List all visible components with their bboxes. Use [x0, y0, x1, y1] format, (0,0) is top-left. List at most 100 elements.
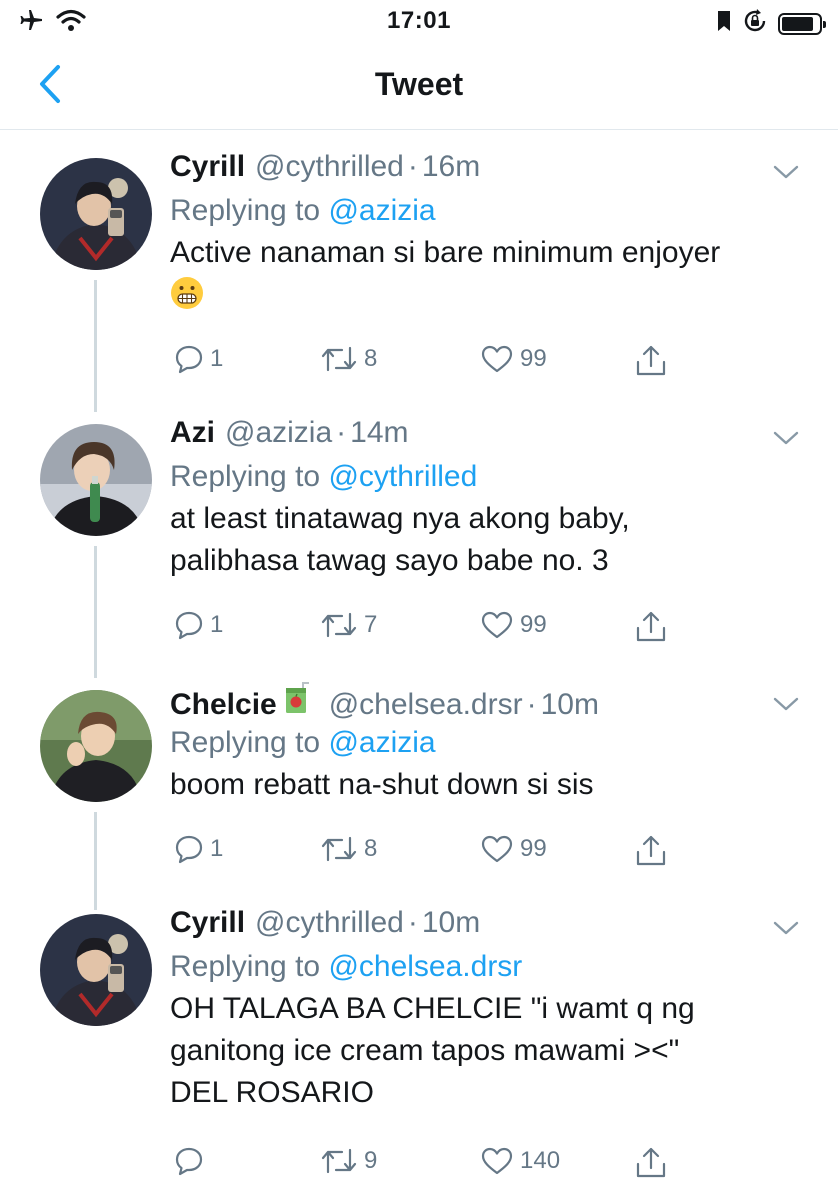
- tweet-text: Active nanaman si bare minimum enjoyer: [170, 232, 798, 316]
- avatar[interactable]: [40, 424, 152, 536]
- nav-header: Tweet: [0, 42, 838, 130]
- juice-box-icon: [283, 682, 311, 714]
- reply-icon: [175, 611, 203, 640]
- tweet[interactable]: Chelcie @chelsea.drsr · 10m Replying to …: [0, 682, 838, 908]
- like-icon: [481, 1147, 513, 1175]
- replying-to: Replying to @azizia: [170, 722, 798, 764]
- author-name[interactable]: Cyrill: [170, 150, 245, 184]
- tweet-text: OH TALAGA BA CHELCIE "i wamt q ng ganito…: [170, 988, 798, 1114]
- like-icon: [481, 835, 513, 863]
- bookmark-icon: [716, 10, 732, 37]
- retweet-count: 8: [364, 835, 378, 862]
- author-name[interactable]: Azi: [170, 416, 215, 450]
- tweet-header: Azi @azizia · 14m: [170, 416, 798, 456]
- author-handle[interactable]: @azizia: [225, 416, 332, 450]
- status-time: 17:01: [387, 7, 451, 34]
- like-button[interactable]: 99: [480, 344, 547, 374]
- tweet[interactable]: Cyrill @cythrilled · 16m Replying to @az…: [0, 150, 838, 416]
- author-handle[interactable]: @cythrilled: [255, 150, 404, 184]
- retweet-count: 9: [364, 1147, 378, 1174]
- like-count: 99: [520, 345, 547, 372]
- tweet-header: Chelcie @chelsea.drsr · 10m: [170, 682, 798, 722]
- like-icon: [481, 611, 513, 639]
- replying-to: Replying to @azizia: [170, 190, 798, 232]
- retweet-button[interactable]: 9: [320, 1146, 377, 1176]
- replying-to-label: Replying to: [170, 460, 321, 493]
- share-icon: [636, 1147, 666, 1178]
- replying-to: Replying to @cythrilled: [170, 456, 798, 498]
- reply-count: 1: [210, 835, 224, 862]
- retweet-button[interactable]: 8: [320, 344, 377, 374]
- tweet-text-line: at least tinatawag nya akong baby,: [170, 502, 630, 535]
- tweet-text-line: Active nanaman si bare minimum enjoyer: [170, 236, 721, 269]
- share-button[interactable]: [634, 610, 668, 644]
- replying-to-label: Replying to: [170, 950, 321, 983]
- author-handle[interactable]: @cythrilled: [255, 906, 404, 940]
- reply-button[interactable]: 1: [174, 610, 223, 640]
- like-count: 140: [520, 1147, 561, 1174]
- separator: ·: [407, 906, 418, 939]
- tweet-menu-chevron-icon[interactable]: [770, 688, 802, 720]
- replying-to-label: Replying to: [170, 726, 321, 759]
- reply-button[interactable]: [174, 1146, 210, 1176]
- reply-icon: [175, 835, 203, 864]
- retweet-count: 7: [364, 611, 378, 638]
- tweet-time[interactable]: 10m: [422, 906, 480, 940]
- reply-button[interactable]: 1: [174, 344, 223, 374]
- share-button[interactable]: [634, 1146, 668, 1180]
- avatar[interactable]: [40, 158, 152, 270]
- reply-mention[interactable]: @chelsea.drsr: [328, 950, 522, 983]
- share-icon: [636, 345, 666, 376]
- like-button[interactable]: 140: [480, 1146, 560, 1176]
- separator: ·: [336, 416, 347, 449]
- share-icon: [636, 835, 666, 866]
- tweet-header: Cyrill @cythrilled · 16m: [170, 150, 798, 190]
- retweet-button[interactable]: 7: [320, 610, 377, 640]
- reply-icon: [175, 345, 203, 374]
- replying-to: Replying to @chelsea.drsr: [170, 946, 798, 988]
- tweet-menu-chevron-icon[interactable]: [770, 422, 802, 454]
- tweet-time[interactable]: 10m: [541, 688, 599, 722]
- reply-mention[interactable]: @azizia: [328, 726, 435, 759]
- tweet-text-line: DEL ROSARIO: [170, 1076, 374, 1109]
- tweet-time[interactable]: 14m: [350, 416, 408, 450]
- author-name[interactable]: Chelcie: [170, 688, 277, 722]
- reply-count: 1: [210, 345, 224, 372]
- tweet-text-line: palibhasa tawag sayo babe no. 3: [170, 544, 609, 577]
- avatar[interactable]: [40, 690, 152, 802]
- like-count: 99: [520, 611, 547, 638]
- rotation-lock-icon: [742, 8, 768, 39]
- tweet-text-line: ganitong ice cream tapos mawami ><": [170, 1034, 680, 1067]
- reply-button[interactable]: 1: [174, 834, 223, 864]
- retweet-button[interactable]: 8: [320, 834, 377, 864]
- status-bar: 17:01: [0, 0, 838, 42]
- author-name[interactable]: Cyrill: [170, 906, 245, 940]
- share-icon: [636, 611, 666, 642]
- like-count: 99: [520, 835, 547, 862]
- reply-count: 1: [210, 611, 224, 638]
- tweet[interactable]: Cyrill @cythrilled · 10m Replying to @ch…: [0, 906, 838, 1200]
- tweet-menu-chevron-icon[interactable]: [770, 156, 802, 188]
- tweet-menu-chevron-icon[interactable]: [770, 912, 802, 944]
- tweet-text-line: boom rebatt na-shut down si sis: [170, 768, 594, 801]
- tweet-header: Cyrill @cythrilled · 10m: [170, 906, 798, 946]
- author-handle[interactable]: @chelsea.drsr: [329, 688, 523, 722]
- retweet-icon: [321, 612, 357, 638]
- reply-mention[interactable]: @cythrilled: [328, 460, 477, 493]
- tweet[interactable]: Azi @azizia · 14m Replying to @cythrille…: [0, 416, 838, 682]
- battery-icon: [778, 12, 826, 35]
- share-button[interactable]: [634, 344, 668, 378]
- share-button[interactable]: [634, 834, 668, 868]
- tweet-text: at least tinatawag nya akong baby, palib…: [170, 498, 798, 582]
- grimacing-face-icon: [170, 276, 204, 310]
- reply-mention[interactable]: @azizia: [328, 194, 435, 227]
- tweet-text-line: OH TALAGA BA CHELCIE "i wamt q ng: [170, 992, 695, 1025]
- replying-to-label: Replying to: [170, 194, 321, 227]
- reply-icon: [175, 1147, 203, 1176]
- like-button[interactable]: 99: [480, 834, 547, 864]
- tweet-text: boom rebatt na-shut down si sis: [170, 764, 798, 806]
- retweet-icon: [321, 346, 357, 372]
- tweet-time[interactable]: 16m: [422, 150, 480, 184]
- avatar[interactable]: [40, 914, 152, 1026]
- like-button[interactable]: 99: [480, 610, 547, 640]
